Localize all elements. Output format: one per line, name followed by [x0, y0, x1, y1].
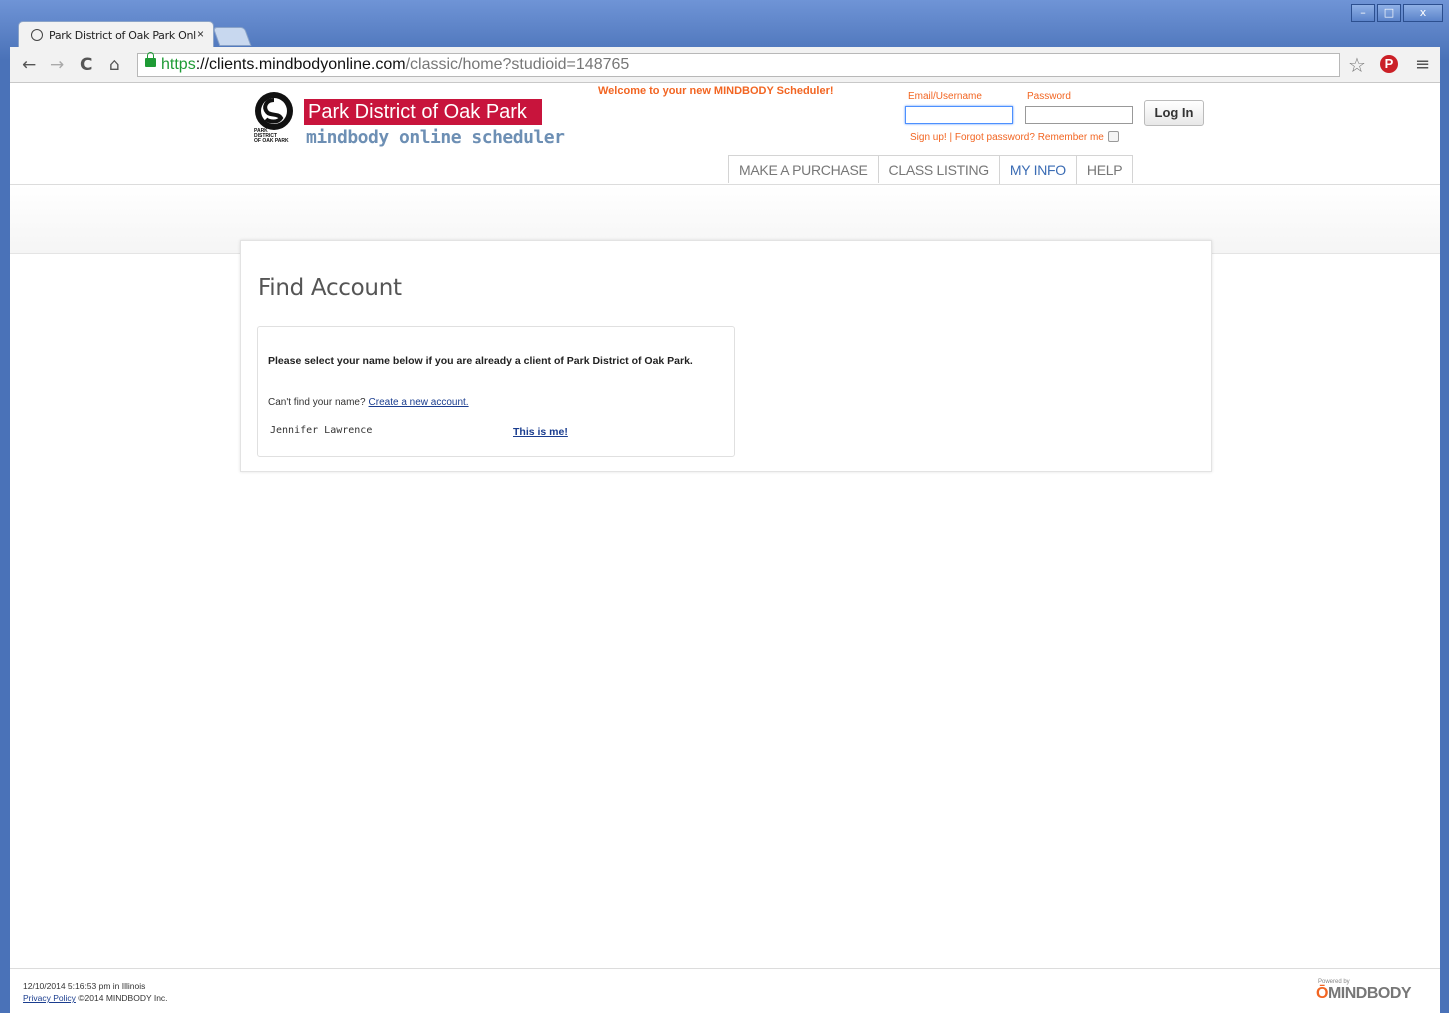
- home-icon[interactable]: ⌂: [109, 55, 120, 75]
- url-text: https://clients.mindbodyonline.com/class…: [161, 56, 630, 73]
- remember-me-label: Remember me: [1037, 132, 1104, 143]
- page-content: PARK DISTRICT OF OAK PARK Park District of…: [10, 83, 1440, 1013]
- mindbody-logo: ŌMINDBODY: [1316, 985, 1412, 1002]
- email-label: Email/Username: [908, 91, 982, 102]
- browser-tab[interactable]: Park District of Oak Park Onl ×: [18, 21, 214, 47]
- park-district-small-logo: PARK DISTRICT OF OAK PARK: [254, 128, 289, 144]
- remember-me-checkbox[interactable]: [1107, 131, 1119, 142]
- footer-divider: [10, 968, 1440, 969]
- new-tab-button[interactable]: [212, 27, 252, 46]
- browser-toolbar: ← → C ⌂ https://clients.mindbodyonline.c…: [10, 47, 1440, 83]
- browser-window: – □ x Park District of Oak Park Onl × ← …: [0, 0, 1449, 1013]
- account-links: Sign up! | Forgot password? Remember me: [910, 131, 1119, 143]
- maximize-button[interactable]: □: [1377, 4, 1401, 22]
- welcome-message: Welcome to your new MINDBODY Scheduler!: [598, 85, 834, 97]
- lock-icon: [145, 52, 156, 67]
- tab-class-listing[interactable]: CLASS LISTING: [877, 155, 1000, 183]
- park-district-logo-icon: [255, 92, 293, 130]
- window-controls: – □ x: [1351, 4, 1443, 22]
- brand-subtitle: mindbody online scheduler: [306, 127, 565, 148]
- signup-link[interactable]: Sign up!: [910, 132, 947, 143]
- client-select-panel: Please select your name below if you are…: [257, 326, 735, 457]
- privacy-policy-link[interactable]: Privacy Policy: [23, 993, 76, 1003]
- back-arrow-icon[interactable]: ←: [22, 55, 36, 75]
- forgot-password-link[interactable]: Forgot password?: [955, 132, 1035, 143]
- client-name: Jennifer Lawrence: [270, 425, 373, 436]
- tab-make-a-purchase[interactable]: MAKE A PURCHASE: [728, 155, 879, 183]
- this-is-me-link[interactable]: This is me!: [513, 426, 568, 438]
- reload-icon[interactable]: C: [80, 55, 92, 75]
- instruction-text: Please select your name below if you are…: [268, 355, 693, 367]
- login-button[interactable]: Log In: [1144, 100, 1204, 126]
- forward-arrow-icon[interactable]: →: [50, 55, 64, 75]
- find-account-card: Find Account Please select your name bel…: [240, 240, 1212, 472]
- tab-title: Park District of Oak Park Onl: [49, 29, 196, 42]
- tab-help[interactable]: HELP: [1075, 155, 1134, 183]
- brand-name: Park District of Oak Park: [304, 99, 542, 125]
- cant-find-text: Can't find your name? Create a new accoun…: [268, 397, 469, 408]
- minimize-button[interactable]: –: [1351, 4, 1375, 22]
- page-title: Find Account: [258, 275, 402, 301]
- link-separator: |: [949, 132, 953, 143]
- loading-spinner-icon: [31, 29, 43, 41]
- tab-close-icon[interactable]: ×: [197, 27, 204, 41]
- main-nav: MAKE A PURCHASE CLASS LISTING MY INFO HE…: [728, 155, 1134, 185]
- tab-my-info[interactable]: MY INFO: [998, 155, 1077, 185]
- create-account-link[interactable]: Create a new account.: [369, 397, 469, 408]
- footer-timestamp: 12/10/2014 5:16:53 pm in Illinois: [23, 981, 146, 991]
- pinterest-icon[interactable]: P: [1380, 55, 1398, 73]
- password-label: Password: [1027, 91, 1071, 102]
- password-input[interactable]: [1025, 106, 1133, 124]
- menu-icon[interactable]: ≡: [1415, 54, 1430, 75]
- star-icon[interactable]: ☆: [1348, 53, 1366, 77]
- footer-copyright: Privacy Policy ©2014 MINDBODY Inc.: [23, 993, 168, 1003]
- close-window-button[interactable]: x: [1403, 4, 1443, 22]
- address-bar[interactable]: https://clients.mindbodyonline.com/class…: [137, 52, 1340, 77]
- email-input[interactable]: [905, 106, 1013, 124]
